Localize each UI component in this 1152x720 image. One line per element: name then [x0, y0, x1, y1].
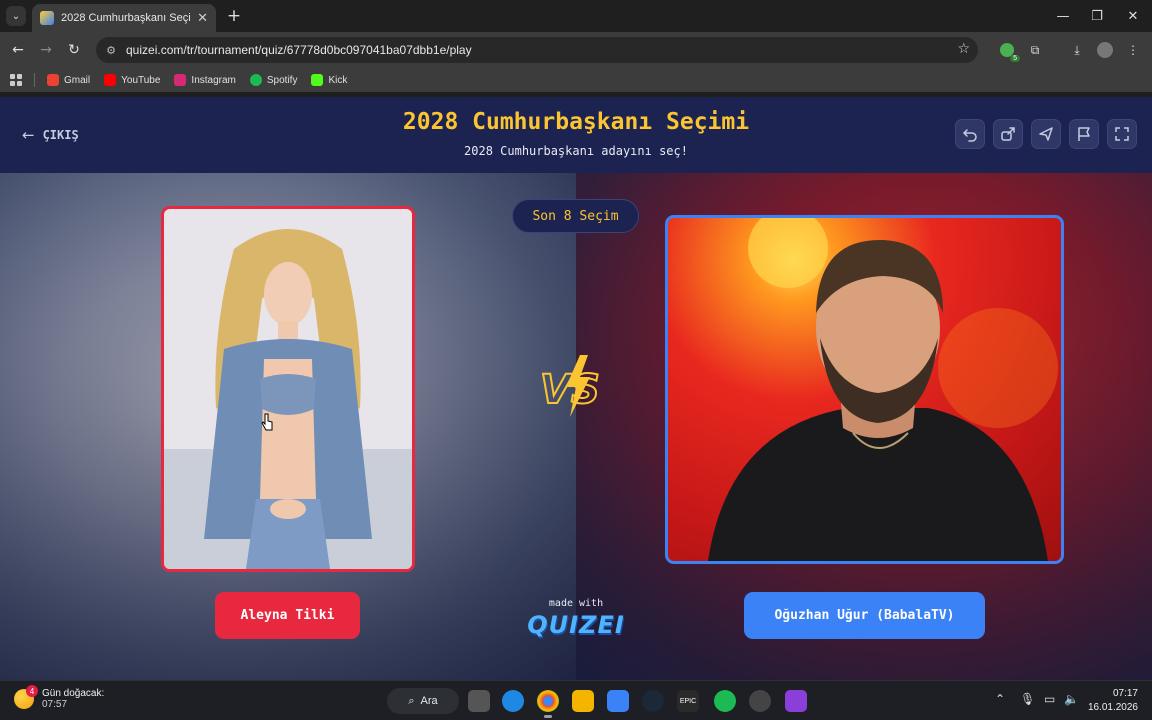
downloads-icon[interactable]: ⤓: [1068, 41, 1086, 59]
new-tab-button[interactable]: +: [224, 6, 244, 26]
bookmark-youtube[interactable]: YouTube: [104, 74, 160, 86]
extensions-puzzle-icon[interactable]: ⧉: [1026, 41, 1044, 59]
fullscreen-icon: [1115, 127, 1129, 141]
search-icon: ⌕: [408, 694, 415, 707]
bookmarks-separator: [34, 73, 35, 87]
chrome-icon[interactable]: [537, 690, 559, 712]
bookmark-star-icon[interactable]: ☆: [957, 41, 970, 57]
spotify-taskbar-icon[interactable]: [714, 690, 736, 712]
youtube-icon: [104, 74, 117, 86]
quizei-logo[interactable]: QUIZEI: [526, 611, 626, 639]
browser-toolbar: ← → ↻ ⚙ quizei.com/tr/tournament/quiz/67…: [0, 32, 1152, 68]
bookmark-instagram[interactable]: Instagram: [174, 74, 236, 86]
weather-widget[interactable]: 4 Gün doğacak: 07:57: [14, 685, 105, 710]
profile-avatar-icon[interactable]: [1096, 41, 1114, 59]
left-candidate-photo: [164, 209, 412, 569]
close-window-button[interactable]: ✕: [1122, 6, 1144, 26]
steam-icon[interactable]: [642, 690, 664, 712]
tab-title: 2028 Cumhurbaşkanı Seçimi - T: [61, 12, 190, 24]
left-candidate-button[interactable]: Aleyna Tilki: [215, 592, 360, 639]
tab-close-icon[interactable]: ✕: [197, 11, 208, 26]
quiz-page: ← ÇIKIŞ 2028 Cumhurbaşkanı Seçimi 2028 C…: [0, 97, 1152, 680]
apps-grid-icon[interactable]: [10, 74, 22, 86]
undo-button[interactable]: [955, 119, 985, 149]
microphone-icon[interactable]: 🎙: [1020, 692, 1035, 706]
windows-start-icon[interactable]: [347, 690, 369, 712]
right-candidate-photo: [708, 218, 1058, 561]
maximize-button[interactable]: ❐: [1086, 6, 1108, 26]
bookmark-spotify[interactable]: Spotify: [249, 74, 297, 86]
back-button[interactable]: ←: [8, 40, 28, 60]
extension-badge: 5: [1010, 55, 1020, 62]
system-clock[interactable]: 07:17 16.01.2026: [1088, 687, 1138, 715]
clock-time: 07:17: [1112, 688, 1138, 699]
mouse-pointer-icon: [261, 413, 273, 431]
round-badge: Son 8 Seçim: [512, 199, 639, 233]
screen: ⌄ 2028 Cumhurbaşkanı Seçimi - T ✕ + — ❐ …: [0, 0, 1152, 720]
tab-search-button[interactable]: ⌄: [6, 6, 26, 26]
edge-browser-icon[interactable]: [502, 690, 524, 712]
windows-taskbar: 4 Gün doğacak: 07:57 ⌕ Ara EPIC ⌃ 🎙 ▭ 🔈: [0, 680, 1152, 720]
send-icon: [1039, 127, 1053, 141]
bookmark-kick[interactable]: Kick: [311, 74, 347, 86]
instagram-icon: [174, 74, 187, 86]
app-taskbar-icon[interactable]: [749, 690, 771, 712]
microsoft-store-icon[interactable]: [607, 690, 629, 712]
network-icon[interactable]: ▭: [1044, 692, 1055, 706]
forward-button[interactable]: →: [36, 40, 56, 60]
url-text: quizei.com/tr/tournament/quiz/67778d0bc0…: [126, 43, 472, 57]
browser-tab[interactable]: 2028 Cumhurbaşkanı Seçimi - T ✕: [32, 4, 216, 32]
weather-title: Gün doğacak:: [42, 688, 105, 699]
taskbar-search[interactable]: ⌕ Ara: [387, 688, 459, 714]
weather-time: 07:57: [42, 699, 68, 710]
fullscreen-button[interactable]: [1107, 119, 1137, 149]
site-info-icon[interactable]: ⚙: [104, 43, 118, 57]
chrome-active-indicator: [544, 715, 552, 718]
bookmarks-bar: Gmail YouTube Instagram Spotify Kick: [0, 68, 1152, 92]
undo-icon: [962, 129, 977, 142]
weather-badge: 4: [26, 685, 38, 697]
minimize-button[interactable]: —: [1052, 6, 1074, 26]
address-bar[interactable]: ⚙ quizei.com/tr/tournament/quiz/67778d0b…: [96, 37, 978, 63]
svg-text:VS: VS: [540, 367, 600, 413]
epic-games-icon[interactable]: EPIC: [677, 690, 699, 712]
share-button[interactable]: [993, 119, 1023, 149]
clipchamp-icon[interactable]: [785, 690, 807, 712]
file-explorer-icon[interactable]: [572, 690, 594, 712]
made-with-label: made with: [548, 598, 604, 609]
extension-icon[interactable]: 5: [998, 41, 1020, 62]
kick-icon: [311, 74, 324, 86]
search-label: Ara: [420, 695, 438, 707]
share-icon: [1001, 127, 1015, 141]
left-candidate-card[interactable]: [161, 206, 415, 572]
flag-icon: [1078, 127, 1090, 141]
versus-icon: VS: [539, 355, 601, 417]
report-button[interactable]: [1069, 119, 1099, 149]
gmail-icon: [47, 74, 59, 86]
quiz-header: ← ÇIKIŞ 2028 Cumhurbaşkanı Seçimi 2028 C…: [0, 97, 1152, 173]
browser-menu-icon[interactable]: ⋮: [1124, 41, 1142, 59]
right-candidate-button[interactable]: Oğuzhan Uğur (BabalaTV): [744, 592, 985, 639]
bookmark-gmail[interactable]: Gmail: [47, 74, 90, 86]
volume-icon[interactable]: 🔈: [1064, 692, 1079, 706]
weather-sun-icon: 4: [14, 685, 38, 709]
spotify-icon: [249, 74, 262, 86]
matchup-arena: Son 8 Seçim VS Aleyna Tilki Oğuzhan Uğur…: [0, 173, 1152, 680]
task-view-icon[interactable]: [468, 690, 490, 712]
browser-tab-bar: ⌄ 2028 Cumhurbaşkanı Seçimi - T ✕ + — ❐ …: [0, 0, 1152, 32]
tray-overflow-icon[interactable]: ⌃: [995, 692, 1005, 706]
send-button[interactable]: [1031, 119, 1061, 149]
right-candidate-card[interactable]: [665, 215, 1064, 564]
reload-button[interactable]: ↻: [64, 40, 84, 60]
clock-date: 16.01.2026: [1087, 702, 1138, 713]
tab-favicon-icon: [40, 11, 54, 25]
